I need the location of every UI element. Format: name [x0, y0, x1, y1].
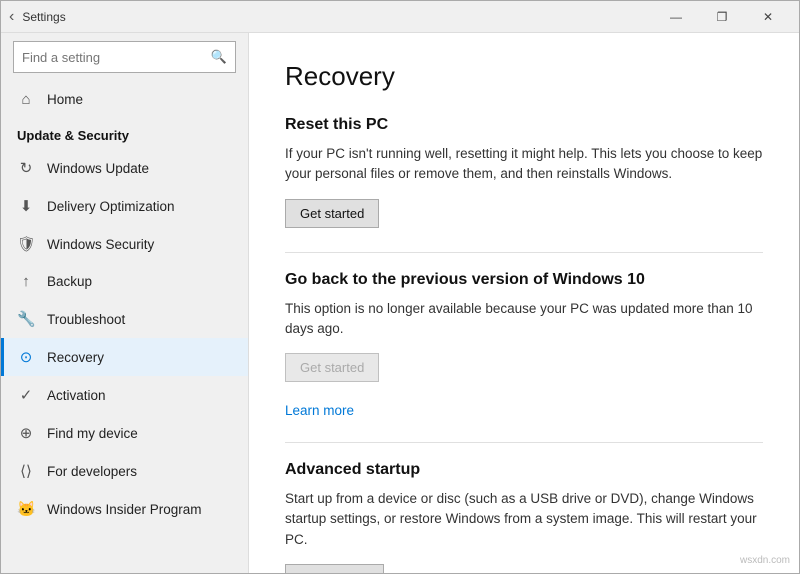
sidebar-item-delivery-optimization[interactable]: ⬇ Delivery Optimization	[1, 187, 248, 225]
developers-icon: ⟨⟩	[17, 462, 35, 480]
windows-update-icon: ↻	[17, 159, 35, 177]
delivery-icon: ⬇	[17, 197, 35, 215]
reset-pc-text: If your PC isn't running well, resetting…	[285, 144, 763, 185]
sidebar-item-windows-security[interactable]: 🛡 Windows Security	[1, 225, 248, 263]
sidebar-section-title: Update & Security	[1, 118, 248, 149]
home-icon: ⌂	[17, 91, 35, 108]
sidebar-item-label: Windows Insider Program	[47, 502, 202, 517]
search-box[interactable]: 🔍	[13, 41, 236, 73]
sidebar-item-for-developers[interactable]: ⟨⟩ For developers	[1, 452, 248, 490]
troubleshoot-icon: 🔧	[17, 310, 35, 328]
sidebar-item-recovery[interactable]: ⊙ Recovery	[1, 338, 248, 376]
sidebar-item-troubleshoot[interactable]: 🔧 Troubleshoot	[1, 300, 248, 338]
reset-pc-button[interactable]: Get started	[285, 199, 379, 228]
search-input[interactable]	[22, 50, 211, 65]
advanced-startup-title: Advanced startup	[285, 461, 763, 479]
sidebar-item-home[interactable]: ⌂ Home	[1, 81, 248, 118]
sidebar-item-activation[interactable]: ✓ Activation	[1, 376, 248, 414]
divider-1	[285, 252, 763, 253]
maximize-button[interactable]: ❐	[699, 1, 745, 33]
insider-icon: 🐱	[17, 500, 35, 518]
sidebar-item-label: Find my device	[47, 426, 138, 441]
activation-icon: ✓	[17, 386, 35, 404]
page-title: Recovery	[285, 61, 763, 92]
sidebar-item-label: Backup	[47, 274, 92, 289]
app-body: 🔍 ⌂ Home Update & Security ↻ Windows Upd…	[1, 33, 799, 573]
minimize-button[interactable]: —	[653, 1, 699, 33]
content-area: Recovery Reset this PC If your PC isn't …	[249, 33, 799, 573]
sidebar-item-label: Home	[47, 92, 83, 107]
learn-more-link[interactable]: Learn more	[285, 403, 354, 418]
sidebar-item-label: Windows Update	[47, 161, 149, 176]
close-button[interactable]: ✕	[745, 1, 791, 33]
recovery-icon: ⊙	[17, 348, 35, 366]
sidebar-item-label: Troubleshoot	[47, 312, 125, 327]
divider-2	[285, 442, 763, 443]
sidebar-item-label: Recovery	[47, 350, 104, 365]
search-icon: 🔍	[211, 49, 227, 65]
sidebar-item-find-my-device[interactable]: ⊕ Find my device	[1, 414, 248, 452]
go-back-title: Go back to the previous version of Windo…	[285, 271, 763, 289]
title-bar-title: Settings	[22, 10, 653, 24]
sidebar-item-windows-insider[interactable]: 🐱 Windows Insider Program	[1, 490, 248, 528]
security-icon: 🛡	[17, 235, 35, 253]
go-back-button[interactable]: Get started	[285, 353, 379, 382]
watermark: wsxdn.com	[740, 555, 790, 566]
sidebar-item-windows-update[interactable]: ↻ Windows Update	[1, 149, 248, 187]
sidebar: 🔍 ⌂ Home Update & Security ↻ Windows Upd…	[1, 33, 249, 573]
advanced-startup-text: Start up from a device or disc (such as …	[285, 489, 763, 550]
sidebar-item-label: Delivery Optimization	[47, 199, 175, 214]
sidebar-item-label: For developers	[47, 464, 137, 479]
backup-icon: ↑	[17, 273, 35, 290]
title-bar: ‹ Settings — ❐ ✕	[1, 1, 799, 33]
sidebar-item-backup[interactable]: ↑ Backup	[1, 263, 248, 300]
sidebar-item-label: Activation	[47, 388, 106, 403]
find-device-icon: ⊕	[17, 424, 35, 442]
sidebar-item-label: Windows Security	[47, 237, 154, 252]
go-back-text: This option is no longer available becau…	[285, 299, 763, 340]
reset-pc-title: Reset this PC	[285, 116, 763, 134]
back-button[interactable]: ‹	[9, 8, 14, 26]
restart-now-button[interactable]: Restart now	[285, 564, 384, 573]
window-controls: — ❐ ✕	[653, 1, 791, 33]
